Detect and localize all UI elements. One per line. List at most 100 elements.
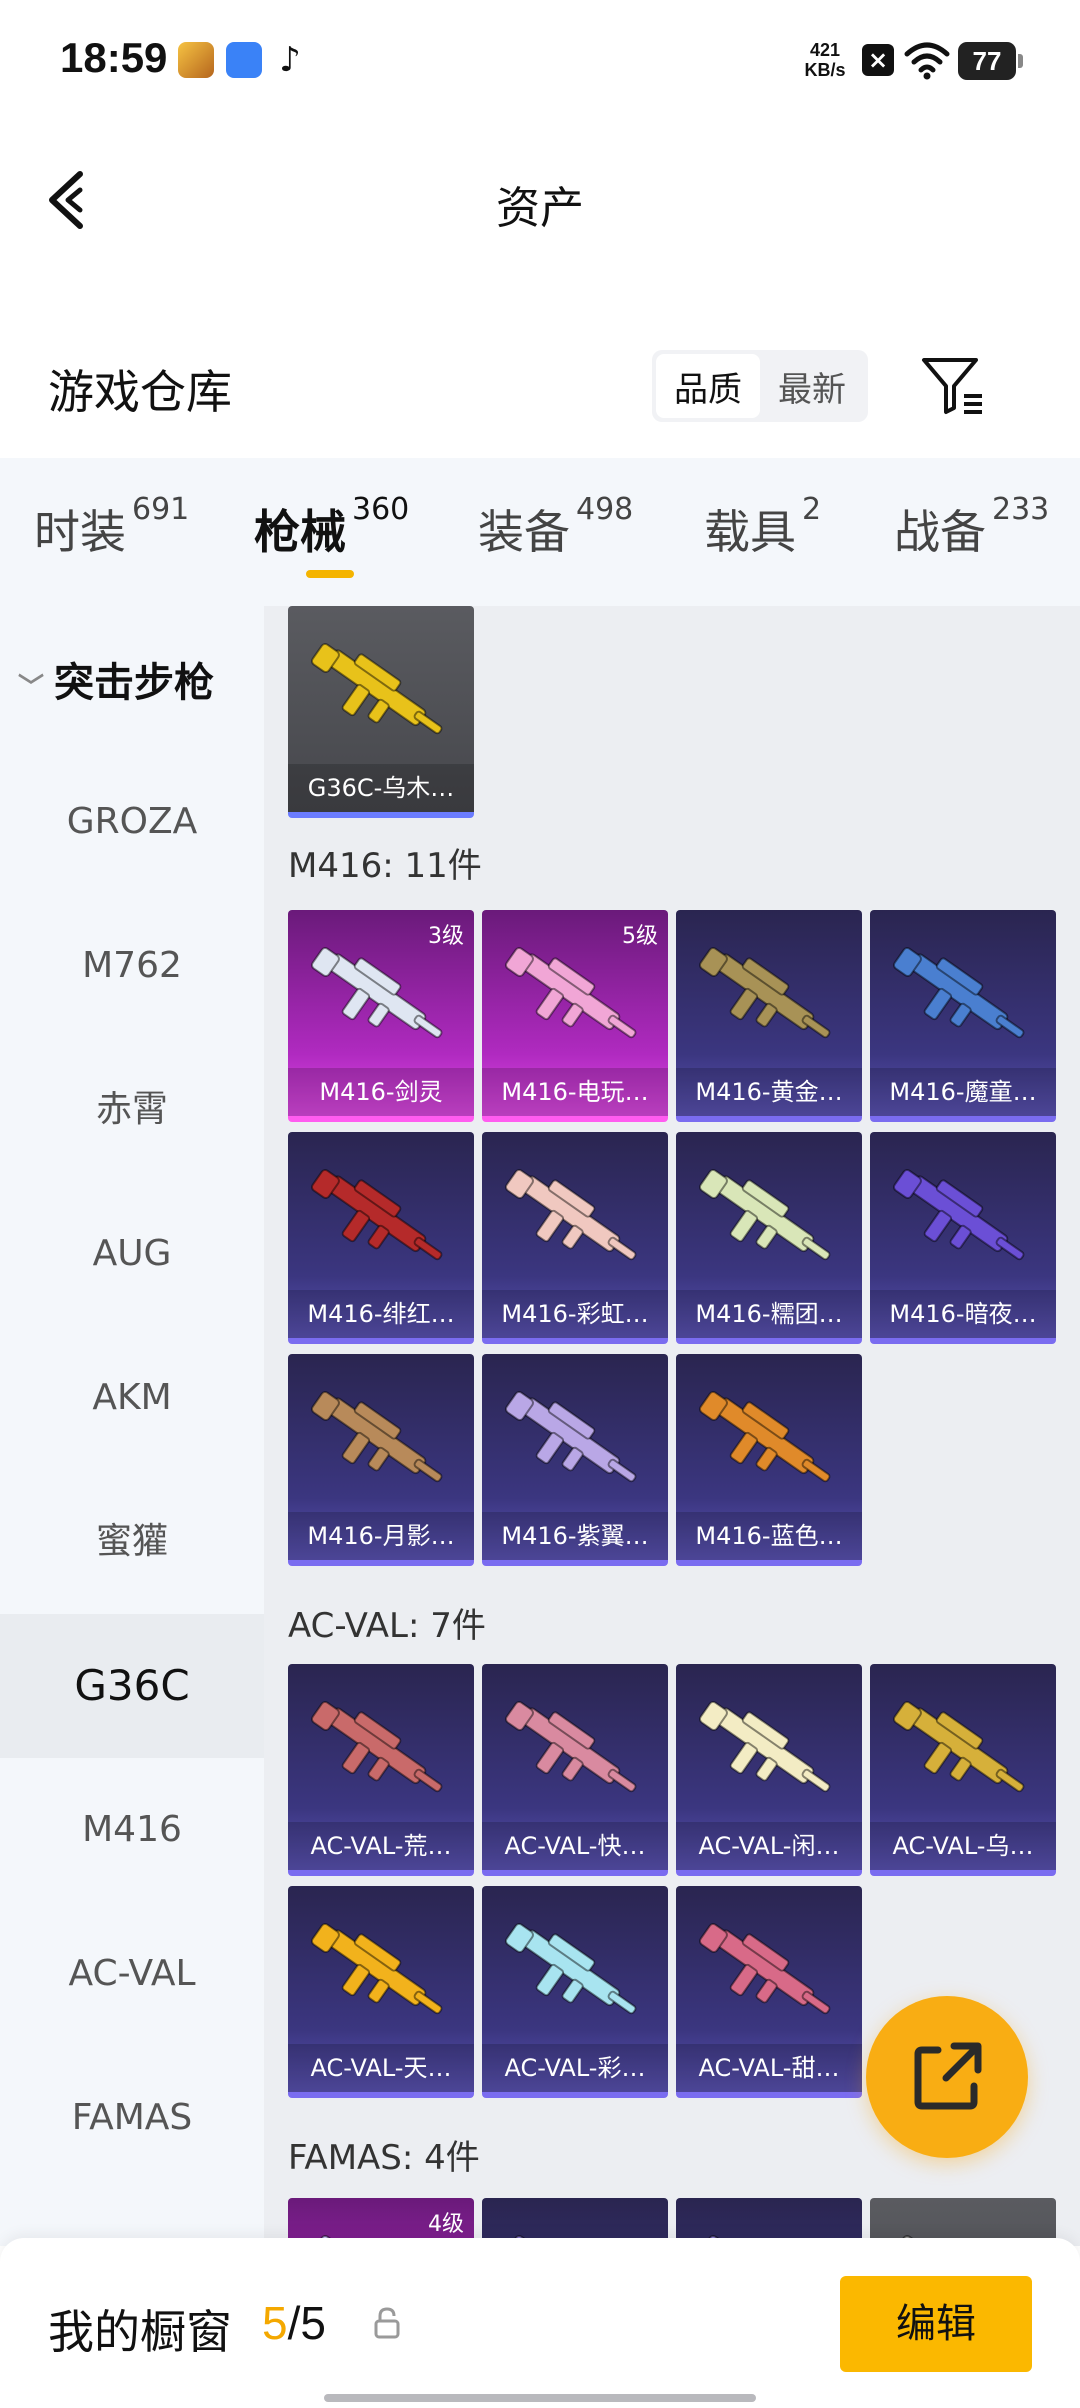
weapon-name: AC-VAL-闲… [676,1822,862,1870]
tab-count: 360 [352,492,410,527]
weapon-image [504,1700,637,1793]
weapon-image [698,1922,831,2015]
share-icon [914,2042,982,2110]
weapon-image [698,1390,831,1483]
tab-count: 498 [576,492,634,527]
weapon-image [892,946,1025,1039]
weapon-name: M416-黄金… [676,1068,862,1116]
weapon-name: AC-VAL-天… [288,2044,474,2092]
weapon-name: M416-糯团… [676,1290,862,1338]
weapon-image [504,1390,637,1483]
weapon-card[interactable]: M416-暗夜… [870,1132,1056,1344]
page-title: 资产 [496,183,584,234]
subnav-item-famas[interactable]: FAMAS [0,2046,264,2190]
weapon-name: AC-VAL-彩… [482,2044,668,2092]
group-title-acval: AC-VAL: 7件 [288,1606,486,1646]
subnav-item-acval[interactable]: AC-VAL [0,1902,264,2046]
weapon-card[interactable]: AC-VAL-荒… [288,1664,474,1876]
sort-quality-option[interactable]: 品质 [656,354,760,418]
no-sim-icon: × [862,44,894,76]
weapon-name: AC-VAL-乌… [870,1822,1056,1870]
sort-newest-option[interactable]: 最新 [760,354,864,418]
weapon-card[interactable]: 5级 M416-电玩… [482,910,668,1122]
weapon-name: AC-VAL-快… [482,1822,668,1870]
weapon-card[interactable]: M416-月影… [288,1354,474,1566]
weapon-image [892,1700,1025,1793]
weapon-card[interactable]: AC-VAL-甜… [676,1886,862,2098]
subnav-item-aug[interactable]: AUG [0,1182,264,1326]
subnav-item-honey-badger[interactable]: 蜜獾 [0,1470,264,1614]
subnav-item-groza[interactable]: GROZA [0,750,264,894]
status-time: 18:59 [60,34,168,81]
group-title-famas: FAMAS: 4件 [288,2138,480,2178]
subnav-item-chixiao[interactable]: 赤霄 [0,1038,264,1182]
network-speed: 421 KB/s [800,40,850,80]
warehouse-title: 游戏仓库 [48,365,232,419]
tab-firearms[interactable]: 枪械 360 [254,492,409,562]
weapon-image [892,1168,1025,1261]
weapon-card[interactable]: M416-彩虹… [482,1132,668,1344]
subnav-item-m762[interactable]: M762 [0,894,264,1038]
weapon-image [698,1168,831,1261]
showcase-label: 我的橱窗 [48,2305,232,2359]
tab-count: 2 [802,492,822,527]
sort-toggle: 品质 最新 [652,350,868,422]
weapon-name: M416-电玩… [482,1068,668,1116]
weapon-image [310,1700,443,1793]
showcase-bar: 我的橱窗 5/5 编辑 [0,2238,1080,2408]
weapon-card[interactable]: AC-VAL-彩… [482,1886,668,2098]
tab-equipment[interactable]: 装备 498 [478,492,633,562]
subnav-item-m416[interactable]: M416 [0,1758,264,1902]
tab-label: 战备 [894,505,986,559]
weapon-card[interactable]: 3级 M416-剑灵 [288,910,474,1122]
subnav-item-g36c[interactable]: G36C [0,1614,264,1758]
weapon-card[interactable]: AC-VAL-天… [288,1886,474,2098]
tiktok-icon: ♪ [279,40,301,80]
weapon-card[interactable]: M416-黄金… [676,910,862,1122]
tab-label: 枪械 [254,505,346,559]
tab-vehicles[interactable]: 载具 2 [704,492,821,562]
subnav-item-akm[interactable]: AKM [0,1326,264,1470]
filter-icon[interactable] [920,356,986,416]
weapon-name: M416-暗夜… [870,1290,1056,1338]
tab-label: 载具 [704,505,796,559]
weapon-card[interactable]: M416-紫翼… [482,1354,668,1566]
weapon-name: AC-VAL-荒… [288,1822,474,1870]
tab-fashion[interactable]: 时装 691 [34,492,189,562]
subnav-category-label: 突击步枪 [54,660,215,706]
weapon-image [310,1922,443,2015]
weapon-image [310,642,443,735]
weapon-name: M416-蓝色… [676,1512,862,1560]
tab-supplies[interactable]: 战备 233 [894,492,1049,562]
weapon-card[interactable]: M416-绯红… [288,1132,474,1344]
weapon-card[interactable]: AC-VAL-乌… [870,1664,1056,1876]
weapon-name: M416-绯红… [288,1290,474,1338]
network-speed-unit: KB/s [804,60,846,80]
game-app-icon [178,42,214,78]
weapon-card[interactable]: M416-糯团… [676,1132,862,1344]
weapon-card[interactable]: AC-VAL-快… [482,1664,668,1876]
tab-count: 233 [992,492,1050,527]
tab-count: 691 [132,492,190,527]
weapon-card[interactable]: AC-VAL-闲… [676,1664,862,1876]
weapon-card[interactable]: M416-蓝色… [676,1354,862,1566]
weapon-name: AC-VAL-甜… [676,2044,862,2092]
showcase-count-current: 5 [262,2297,288,2349]
weapon-image [310,1168,443,1261]
edit-button[interactable]: 编辑 [840,2276,1032,2372]
weapon-card[interactable]: G36C-乌木… [288,606,474,818]
wifi-icon [904,42,950,80]
weapon-image [504,946,637,1039]
subnav-category-header[interactable]: ﹀ 突击步枪 [18,650,214,708]
active-tab-indicator [306,570,354,578]
weapon-image [504,1922,637,2015]
showcase-count-total: 5 [300,2297,326,2349]
weapon-name: M416-魔童… [870,1068,1056,1116]
weapon-image [698,946,831,1039]
category-tabs: 时装 691 枪械 360 装备 498 载具 2 战备 233 [0,458,1080,606]
weapon-card[interactable]: M416-魔童… [870,910,1056,1122]
weapon-name: G36C-乌木… [288,764,474,812]
share-button[interactable] [866,1996,1028,2158]
weapon-image [310,946,443,1039]
tab-label: 时装 [34,505,126,559]
